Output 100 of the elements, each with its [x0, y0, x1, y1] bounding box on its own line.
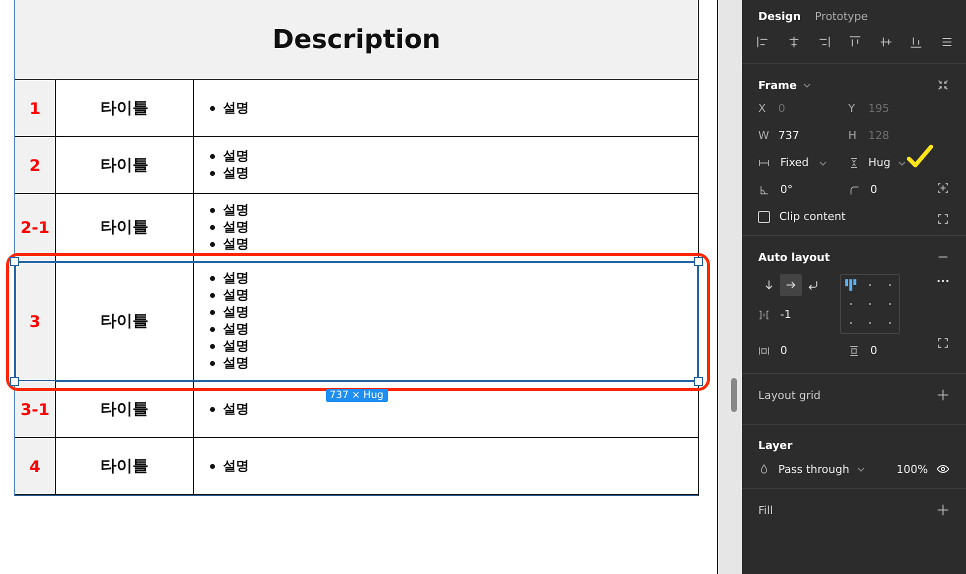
row-number: 2-1	[15, 194, 56, 261]
row-number: 2	[15, 137, 56, 193]
resize-handle[interactable]	[694, 377, 703, 386]
spacing-icon	[758, 308, 770, 320]
field-label: Y	[848, 102, 856, 115]
section-title: Frame	[758, 78, 797, 92]
bullet-icon	[210, 171, 215, 176]
description-item: 설명	[223, 304, 249, 321]
section-title: Fill	[758, 504, 773, 516]
align-right-icon[interactable]	[817, 35, 832, 49]
bars-icon	[844, 278, 858, 292]
section-title: Auto layout	[758, 250, 830, 264]
horizontal-padding-field[interactable]: 0	[758, 344, 848, 357]
vertical-padding-icon	[848, 344, 860, 356]
row-number: 3-1	[15, 381, 56, 437]
distribute-icon[interactable]	[940, 35, 954, 49]
description-item: 설명	[223, 165, 249, 182]
table-row[interactable]: 3 타이틀 설명 설명 설명 설명 설명 설명	[15, 262, 698, 381]
row-title: 타이틀	[56, 381, 194, 437]
bullet-icon	[210, 242, 215, 247]
corners-icon[interactable]	[936, 212, 950, 226]
plus-icon[interactable]	[936, 503, 950, 517]
rotation-field[interactable]: 0°	[758, 183, 848, 196]
table-row[interactable]: 2-1 타이틀 설명 설명 설명	[15, 194, 698, 262]
arrow-icon	[785, 279, 798, 291]
panel-tab[interactable]: Prototype	[814, 10, 868, 23]
table-header: Description	[15, 0, 698, 80]
description-item: 설명	[223, 338, 249, 355]
horizontal-padding-icon	[758, 344, 770, 356]
chevron-icon	[857, 465, 866, 473]
chevron-icon[interactable]	[802, 81, 811, 89]
section-title: Layout grid	[758, 388, 821, 402]
blend-mode-dropdown[interactable]: Pass through	[758, 462, 866, 476]
description-item: 설명	[223, 458, 249, 474]
description-item: 설명	[223, 148, 249, 165]
gap-field[interactable]: -1	[758, 308, 824, 321]
bullet-icon	[210, 310, 215, 315]
checkbox[interactable]	[758, 210, 770, 222]
size-badge: 737 × Hug	[325, 389, 388, 402]
padding-icon[interactable]	[936, 336, 950, 350]
row-title: 타이틀	[56, 194, 194, 261]
description-item: 설명	[223, 100, 249, 116]
align-top-icon[interactable]	[848, 35, 862, 49]
panel-tab[interactable]: Design	[758, 10, 801, 23]
field-label: H	[848, 129, 858, 142]
opacity-value[interactable]: 100%	[896, 462, 928, 476]
bullet-icon	[210, 106, 215, 110]
angle-icon	[758, 184, 770, 196]
corner-radius-icon	[848, 184, 860, 196]
align-bottom-icon[interactable]	[909, 35, 924, 49]
table-row[interactable]: 1 타이틀 설명	[15, 80, 698, 137]
bullet-icon	[210, 344, 215, 349]
alignment-grid[interactable]	[840, 274, 900, 334]
bullet-icon	[210, 225, 215, 230]
row-number: 4	[15, 438, 56, 494]
number-field[interactable]: 737	[778, 129, 800, 142]
scrollbar-thumb[interactable]	[731, 378, 738, 412]
bullet-icon	[210, 276, 215, 281]
crosshair-icon[interactable]	[936, 181, 950, 195]
field-label: W	[758, 129, 768, 142]
row-number: 3	[15, 262, 56, 380]
bullet-icon	[210, 464, 215, 468]
align-middle-icon[interactable]	[878, 35, 893, 49]
resize-handle[interactable]	[10, 257, 19, 266]
bullet-icon	[210, 406, 215, 412]
resize-handle[interactable]	[694, 257, 703, 266]
description-item: 설명	[223, 321, 249, 338]
chevron-icon	[898, 158, 906, 166]
eye-icon[interactable]	[936, 462, 950, 476]
bullet-icon	[210, 361, 215, 366]
table-row[interactable]: 4 타이틀 설명	[15, 438, 698, 495]
align-center-icon[interactable]	[786, 35, 801, 49]
description-item: 설명	[223, 219, 249, 236]
row-title: 타이틀	[56, 137, 194, 193]
description-item: 설명	[223, 287, 249, 304]
plus-icon[interactable]	[936, 388, 950, 402]
row-title: 타이틀	[56, 262, 194, 380]
vertical-padding-field[interactable]: 0	[848, 344, 918, 357]
height-mode-dropdown[interactable]: Hug	[848, 156, 918, 169]
corner-radius-field[interactable]: 0	[848, 183, 918, 196]
field-label: X	[758, 102, 767, 115]
description-item: 설명	[223, 400, 249, 418]
description-item: 설명	[223, 236, 249, 253]
section-title: Layer	[758, 439, 792, 452]
bullet-icon	[210, 327, 215, 332]
checkbox-label: Clip content	[779, 210, 846, 223]
description-item: 설명	[223, 355, 249, 372]
checkmark-icon	[906, 144, 934, 168]
align-left-icon[interactable]	[756, 35, 770, 49]
collapse-icon[interactable]	[936, 78, 950, 92]
resize-handle[interactable]	[10, 377, 19, 386]
width-mode-dropdown[interactable]: Fixed	[758, 156, 848, 169]
row-title: 타이틀	[56, 80, 194, 136]
bullet-icon	[210, 293, 215, 298]
description-item: 설명	[223, 202, 249, 219]
table-row[interactable]: 2 타이틀 설명 설명	[15, 137, 698, 194]
direction-button[interactable]	[780, 274, 802, 296]
bullet-icon	[210, 154, 215, 159]
arrow-icon	[807, 279, 820, 291]
bullet-icon	[210, 208, 215, 213]
